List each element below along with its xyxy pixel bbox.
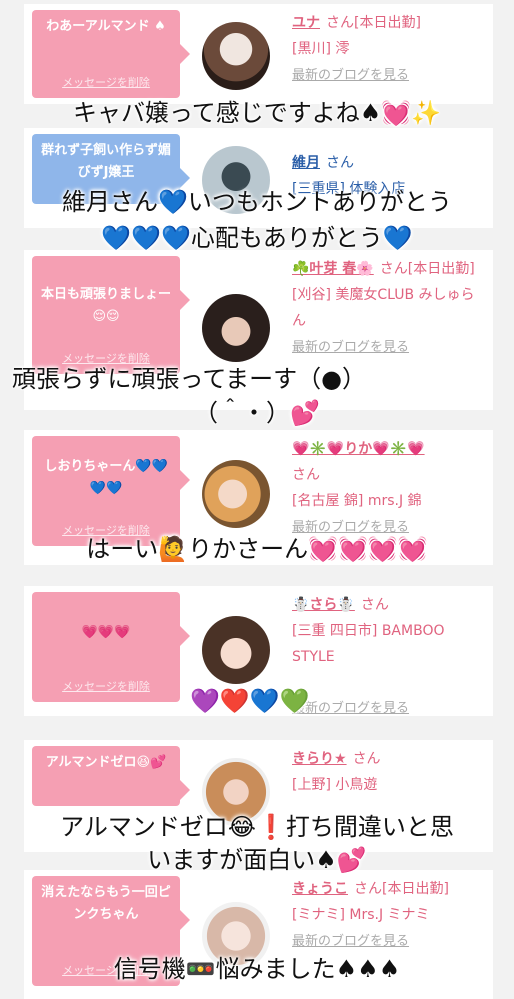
blog-link[interactable]: 最新のブログを見る (292, 934, 409, 949)
caption-line: 頑張らずに頑張ってまーす（●） (12, 365, 367, 393)
message-text: 本日も頑張りましょー😌😌 (40, 287, 171, 324)
caption-line: （＾・）💕 (194, 399, 320, 427)
caption-line: 信号機🚥悩みました♠♠♠ (113, 955, 401, 983)
girl-name-link[interactable]: 💗✳️💗りか💗✳️💗 (292, 441, 425, 457)
message-bubble: しおりちゃーん💙💙💙💙 メッセージを削除 (32, 436, 190, 546)
delete-message-link[interactable]: メッセージを削除 (32, 676, 180, 698)
avatar[interactable] (202, 294, 270, 362)
caption-line: いますが面白い♠💕 (147, 846, 367, 874)
girl-name-link[interactable]: ユナ (292, 15, 320, 31)
blog-link[interactable]: 最新のブログを見る (292, 68, 409, 83)
honorific: さん[本日出勤] (354, 881, 449, 897)
caption-line: 💙💙💙心配もありがとう💙 (101, 224, 413, 252)
message-text: 消えたならもう一回ピンクちゃん (41, 885, 171, 922)
caption-line: はーい🙋りかさーん💓💓💓💓 (86, 535, 428, 563)
avatar[interactable] (202, 22, 270, 90)
shop-label[interactable]: [ミナミ] Mrs.J ミナミ (292, 907, 430, 923)
message-card: わあーアルマンド ♠ メッセージを削除 ユナ さん[本日出勤] [黒川] 澪 最新… (24, 4, 493, 104)
shop-label[interactable]: [黒川] 澪 (292, 41, 349, 57)
girl-name-link[interactable]: ☘️叶芽 春🌸 (292, 261, 374, 277)
girl-name-link[interactable]: きょうこ (292, 881, 348, 897)
blog-link[interactable]: 最新のブログを見る (292, 340, 409, 355)
girl-name-link[interactable]: 維月 (292, 155, 320, 171)
message-text: わあーアルマンド ♠ (46, 19, 166, 34)
shop-label[interactable]: [三重 四日市] BAMBOO STYLE (292, 623, 444, 665)
message-bubble: アルマンドゼロ😆💕 (32, 746, 190, 806)
shop-label[interactable]: [名古屋 錦] mrs.J 錦 (292, 493, 422, 509)
message-text: アルマンドゼロ😆💕 (45, 755, 167, 770)
message-bubble: わあーアルマンド ♠ メッセージを削除 (32, 10, 190, 98)
avatar[interactable] (202, 616, 270, 684)
avatar[interactable] (202, 460, 270, 528)
message-text: 💗💗💗 (81, 625, 131, 640)
delete-message-link[interactable]: メッセージを削除 (32, 72, 180, 94)
caption-line: アルマンドゼロ😂❗打ち間違いと思 (60, 813, 454, 841)
caption-line: 維月さん💙いつもホントありがとう (62, 188, 452, 216)
girl-name-link[interactable]: ☃️さら☃️ (292, 597, 355, 613)
girl-name-link[interactable]: きらり★ (292, 751, 347, 767)
honorific: さん (326, 155, 354, 171)
honorific: さん (360, 597, 389, 613)
message-bubble: 本日も頑張りましょー😌😌 メッセージを削除 (32, 256, 190, 374)
shop-label[interactable]: [上野] 小鳥遊 (292, 777, 377, 793)
shop-label[interactable]: [刈谷] 美魔女CLUB みしゅらん (292, 287, 475, 329)
honorific: さん[本日出勤] (379, 261, 475, 277)
message-bubble: 💗💗💗 メッセージを削除 (32, 592, 190, 702)
caption-line: キャバ嬢って感じですよね♠💓✨ (72, 99, 442, 127)
message-text: 群れず子飼い作らず媚びずJ嬢王 (41, 143, 171, 180)
caption-line: 💜❤️💙💚 (190, 687, 310, 715)
blog-link[interactable]: 最新のブログを見る (292, 520, 409, 535)
message-text: しおりちゃーん💙💙💙💙 (44, 459, 168, 496)
honorific: さん (292, 467, 320, 483)
honorific: さん[本日出勤] (326, 15, 421, 31)
honorific: さん (352, 751, 381, 767)
